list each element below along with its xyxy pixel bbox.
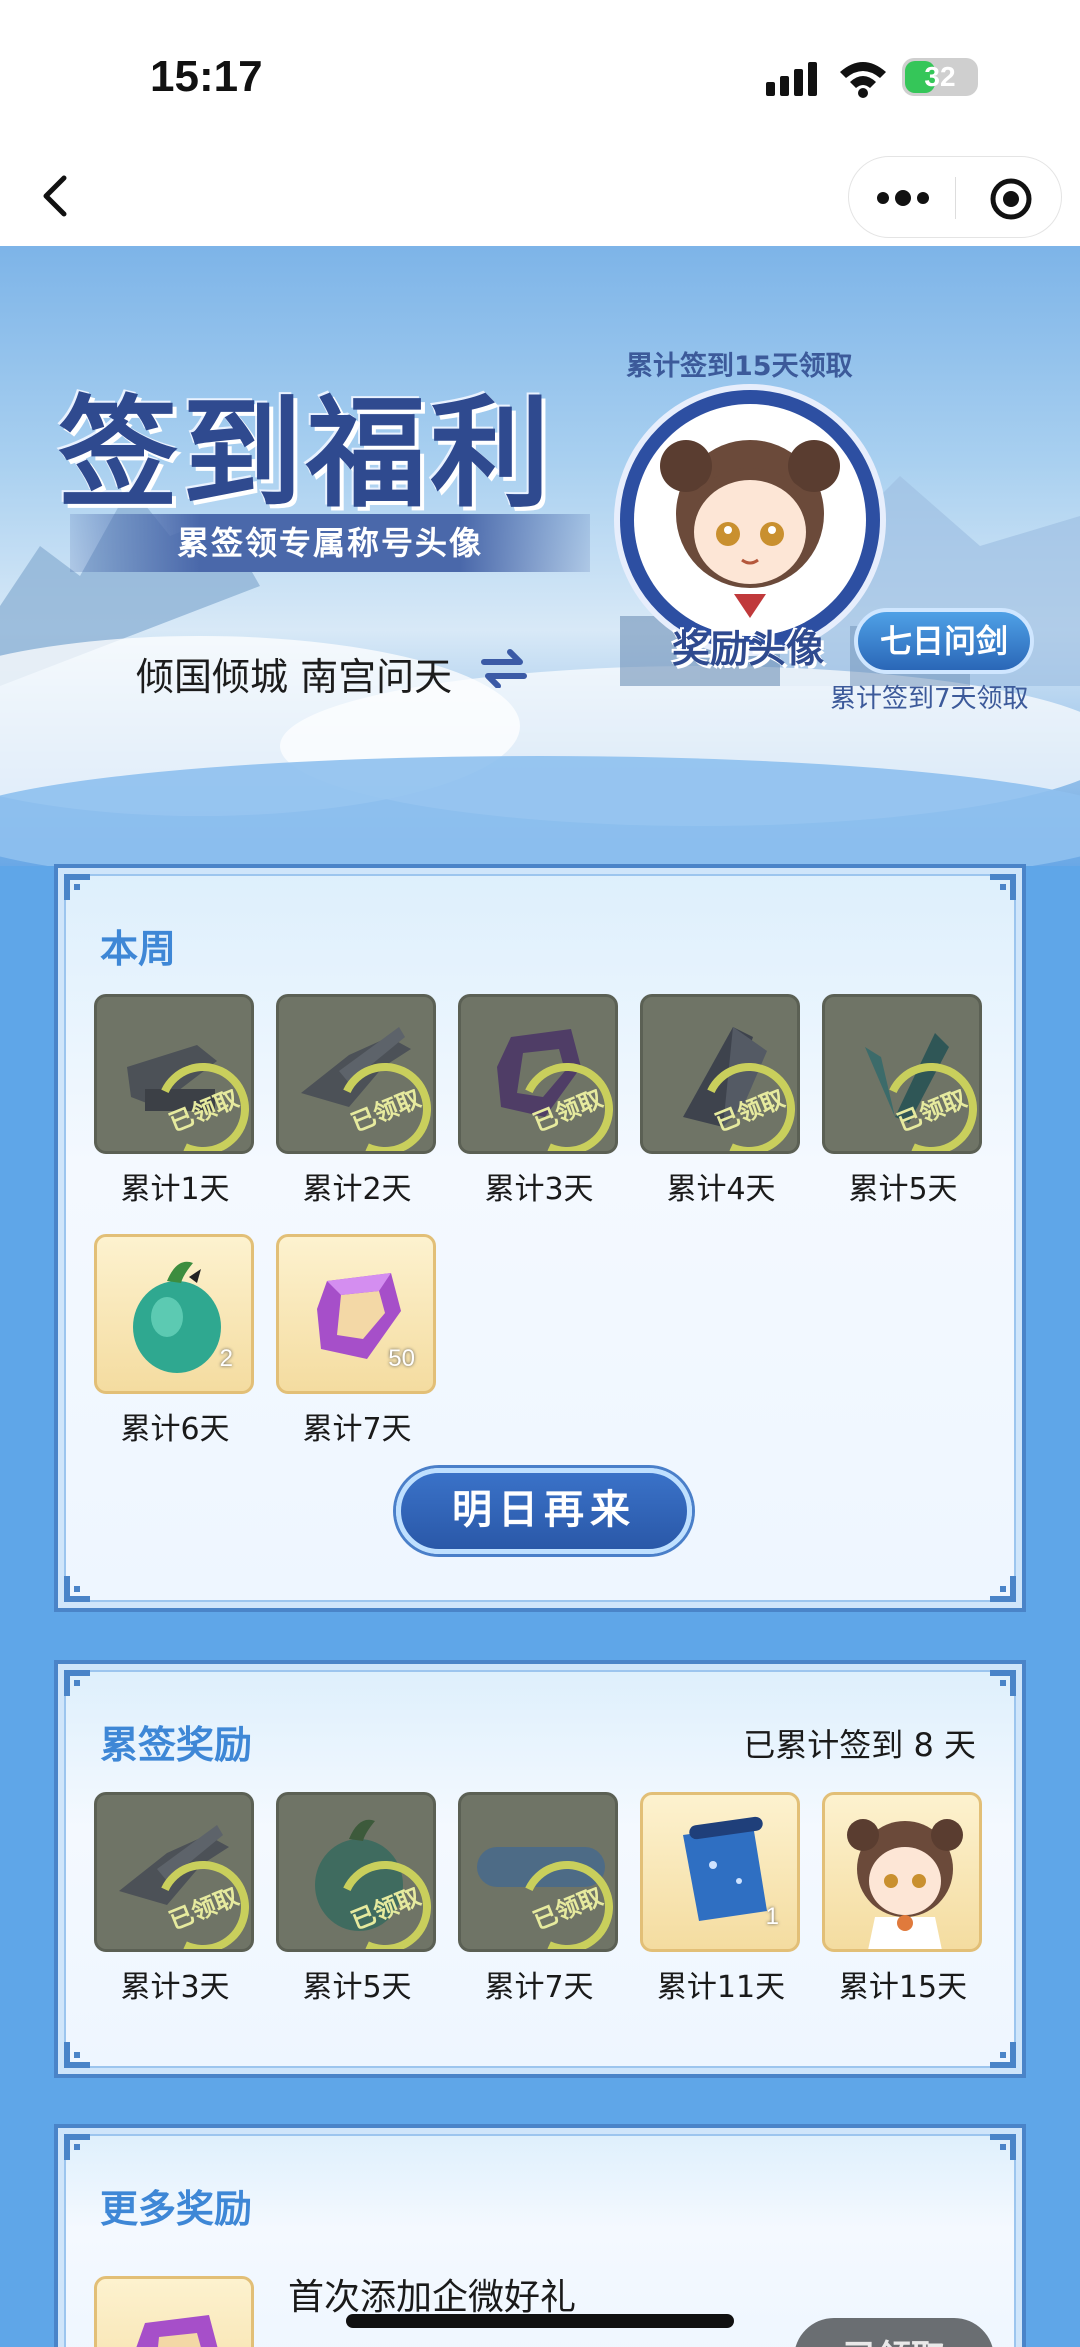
reward-label: 累计1天 [120,1172,230,1207]
reward-label: 累计5天 [848,1172,958,1207]
cumulative-item-3[interactable]: 已领取 累计3天 [94,1792,256,2006]
cumulative-item-15[interactable]: 累计15天 [822,1792,984,2006]
corner-ornament-icon [64,1670,90,1696]
nav-bar [0,150,1080,246]
battery-level: 32 [924,61,956,92]
reward-label: 累计3天 [120,1970,230,2005]
reward-label: 累计3天 [484,1172,594,1207]
corner-ornament-icon [990,1576,1016,1602]
cumulative-item-5[interactable]: 已领取 累计5天 [276,1792,438,2006]
reward-avatar[interactable] [614,384,886,656]
corner-ornament-icon [64,2134,90,2160]
signin-count-text: 已累计签到 8 天 [743,1726,976,1764]
avatar-girl-icon [660,440,840,636]
reward-avatar-label: 奖励头像 [672,626,825,671]
more-rewards-heading: 更多奖励 [100,2187,253,2231]
corner-ornament-icon [990,1670,1016,1696]
come-back-tomorrow-button[interactable]: 明日再来 [396,1468,692,1554]
title-reward-badge[interactable]: 七日问剑 [854,608,1034,674]
signin-banner: 签到福利 累签领专属称号头像 倾国倾城 南宫问天 累计签到15天领取 奖励头像 … [0,246,1080,866]
reward-item-day5[interactable]: 已领取 累计5天 [822,994,984,1208]
banner-title: 签到福利 [58,383,554,524]
reward-label: 累计11天 [656,1970,786,2005]
banner-subtitle: 累签领专属称号头像 [176,524,483,562]
battery-icon: 32 [902,58,978,96]
reward-label: 累计6天 [120,1412,230,1447]
reward-item-day6[interactable]: 2 累计6天 [94,1234,256,1448]
this-week-panel: 本周 已领取 累计1天 已领取 累计2天 已领取 累计3天 已领取 累计4天 已… [54,864,1026,1612]
reward-label: 累计15天 [838,1970,968,2005]
back-chevron-icon[interactable] [36,166,76,226]
avatar-reward-caption: 累计签到15天领取 [626,351,853,382]
reward-item-day1[interactable]: 已领取 累计1天 [94,994,256,1208]
current-title-text: 倾国倾城 南宫问天 [136,655,453,699]
mini-program-capsule [848,156,1062,238]
title-reward-caption: 累计签到7天领取 [830,684,1029,714]
cumulative-heading: 累签奖励 [100,1723,253,1767]
avatar-girl-icon [847,1819,963,1949]
corner-ornament-icon [64,1576,90,1602]
reward-label: 累计5天 [302,1970,412,2005]
status-time: 15:17 [150,52,263,101]
close-target-icon[interactable] [989,177,1033,221]
reward-quantity: 50 [388,1345,415,1372]
cellular-signal-icon [766,62,817,96]
more-reward-item[interactable] [94,2276,256,2347]
reward-label: 累计7天 [484,1970,594,2005]
reward-label: 累计2天 [302,1172,412,1207]
home-indicator [346,2314,734,2328]
more-dots-icon[interactable] [871,179,935,217]
reward-item-day4[interactable]: 已领取 累计4天 [640,994,802,1208]
cumulative-item-7[interactable]: 已领取 累计7天 [458,1792,620,2006]
reward-quantity: 1 [765,1903,779,1930]
more-reward-claimed-button[interactable]: 已领取 [794,2318,994,2347]
corner-ornament-icon [64,874,90,900]
cumulative-reward-panel: 累签奖励 已累计签到 8 天 已领取 累计3天 已领取 累计5天 已领取 累计7… [54,1660,1026,2078]
purple-gem-icon [136,2315,218,2347]
corner-ornament-icon [64,2042,90,2068]
reward-label: 累计7天 [302,1412,412,1447]
corner-ornament-icon [990,2134,1016,2160]
this-week-heading: 本周 [100,927,177,971]
cumulative-item-11[interactable]: 1 累计11天 [640,1792,802,2006]
reward-item-day7[interactable]: 50 累计7天 [276,1234,438,1448]
status-bar: 15:17 32 [0,0,1080,150]
reward-item-day3[interactable]: 已领取 累计3天 [458,994,620,1208]
swap-arrows-icon[interactable] [480,648,528,688]
reward-item-day2[interactable]: 已领取 累计2天 [276,994,438,1208]
reward-label: 累计4天 [666,1172,776,1207]
corner-ornament-icon [990,2042,1016,2068]
corner-ornament-icon [990,874,1016,900]
wifi-icon [840,62,886,98]
more-reward-title: 首次添加企微好礼 [288,2277,577,2318]
reward-quantity: 2 [219,1345,233,1372]
